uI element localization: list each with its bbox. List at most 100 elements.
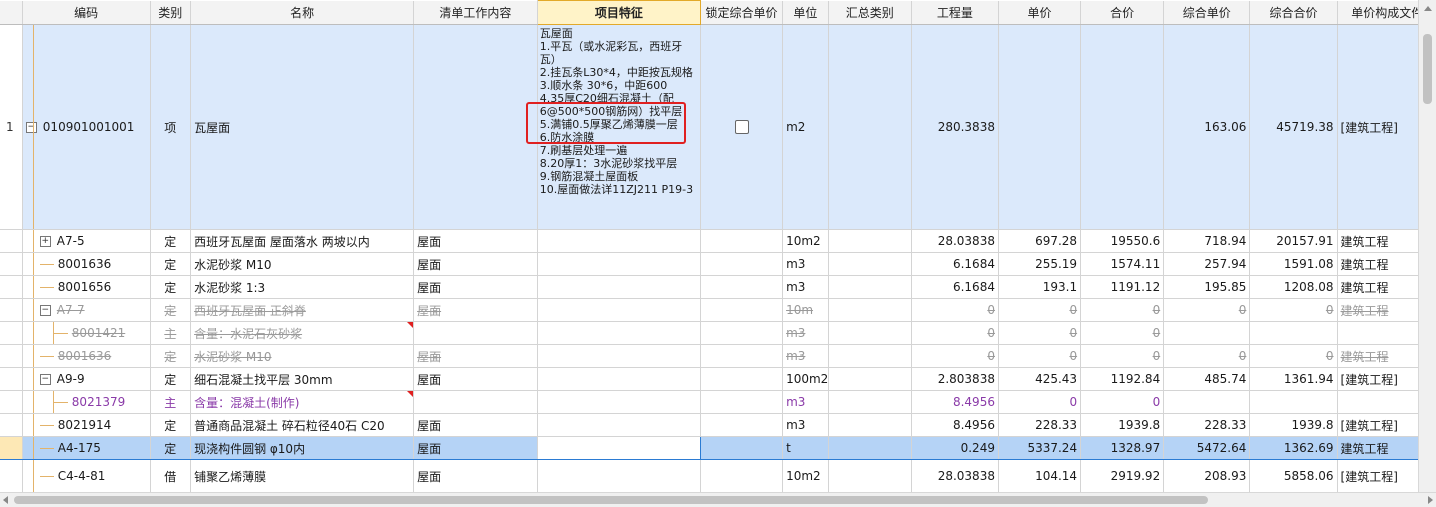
row-code[interactable]: 8001656 xyxy=(22,275,151,299)
row-work[interactable] xyxy=(413,24,538,230)
row-unit[interactable]: 10m2 xyxy=(782,459,829,492)
row-file[interactable] xyxy=(1337,390,1418,414)
row-qty[interactable]: 0.249 xyxy=(911,436,999,460)
row-summary[interactable] xyxy=(828,436,912,460)
row-code[interactable]: A4-175 xyxy=(22,436,151,460)
row-comp-price[interactable]: 0 xyxy=(1163,298,1251,322)
row-file[interactable]: 建筑工程 xyxy=(1337,275,1418,299)
row-work[interactable]: 屋面 xyxy=(413,252,538,276)
row-summary[interactable] xyxy=(828,367,912,391)
row-total[interactable]: 1192.84 xyxy=(1080,367,1165,391)
row-summary[interactable] xyxy=(828,252,912,276)
row-summary[interactable] xyxy=(828,459,912,492)
row-file[interactable]: 建筑工程 xyxy=(1337,344,1418,368)
row-features[interactable] xyxy=(537,298,701,322)
row-features[interactable] xyxy=(537,275,701,299)
row-comp-total[interactable] xyxy=(1249,321,1338,345)
row-name[interactable]: 铺聚乙烯薄膜 xyxy=(190,459,415,492)
row-summary[interactable] xyxy=(828,344,912,368)
row-features[interactable] xyxy=(537,252,701,276)
row-name[interactable]: 瓦屋面 xyxy=(190,24,415,230)
header-lock[interactable]: 锁定综合单价 xyxy=(700,0,784,25)
row-total[interactable]: 0 xyxy=(1080,390,1165,414)
row-total[interactable]: 0 xyxy=(1080,321,1165,345)
row-comp-total[interactable]: 1939.8 xyxy=(1249,413,1338,437)
row-features[interactable]: 瓦屋面 1.平瓦（或水泥彩瓦，西班牙瓦） 2.挂瓦条L30*4，中距按瓦规格 3.顺水… xyxy=(537,24,701,230)
row-unit[interactable]: m3 xyxy=(782,321,829,345)
row-price[interactable]: 425.43 xyxy=(998,367,1082,391)
row-comp-total[interactable]: 5858.06 xyxy=(1249,459,1338,492)
row-name[interactable]: 含量：混凝土(制作) xyxy=(190,390,415,414)
row-unit[interactable]: m3 xyxy=(782,344,829,368)
header-file[interactable]: 单价构成文件 xyxy=(1337,0,1418,25)
row-comp-price[interactable]: 257.94 xyxy=(1163,252,1251,276)
row-work[interactable] xyxy=(413,390,538,414)
row-file[interactable] xyxy=(1337,321,1418,345)
quota-row[interactable]: + A7-5 定西班牙瓦屋面 屋面落水 两坡以内 屋面 10m2 28.03838 697.… xyxy=(0,229,1418,253)
row-lock[interactable] xyxy=(700,24,784,230)
row-total[interactable]: 1939.8 xyxy=(1080,413,1165,437)
header-rowno[interactable] xyxy=(0,0,23,25)
row-comp-total[interactable]: 1361.94 xyxy=(1249,367,1338,391)
row-unit[interactable]: m2 xyxy=(782,24,829,230)
row-comp-price[interactable]: 485.74 xyxy=(1163,367,1251,391)
row-summary[interactable] xyxy=(828,321,912,345)
row-comp-price[interactable]: 208.93 xyxy=(1163,459,1251,492)
row-file[interactable]: 建筑工程 xyxy=(1337,298,1418,322)
quota-row[interactable]: C4-4-81 借铺聚乙烯薄膜 屋面 10m2 28.03838 104.14 2919.9… xyxy=(0,459,1418,492)
row-work[interactable]: 屋面 xyxy=(413,344,538,368)
row-code[interactable]: −010901001001 xyxy=(22,24,151,230)
row-comp-total[interactable]: 45719.38 xyxy=(1249,24,1338,230)
row-qty[interactable]: 28.03838 xyxy=(911,459,999,492)
row-qty[interactable]: 0 xyxy=(911,344,999,368)
row-price[interactable]: 0 xyxy=(998,390,1082,414)
row-price[interactable]: 104.14 xyxy=(998,459,1082,492)
row-file[interactable]: 建筑工程 xyxy=(1337,252,1418,276)
row-code[interactable]: − A7-7 xyxy=(22,298,151,322)
row-features[interactable] xyxy=(537,344,701,368)
header-price[interactable]: 单价 xyxy=(998,0,1082,25)
row-lock[interactable] xyxy=(700,390,784,414)
row-comp-price[interactable]: 163.06 xyxy=(1163,24,1251,230)
row-name[interactable]: 现浇构件圆钢 φ10内 xyxy=(190,436,415,460)
collapse-icon[interactable]: − xyxy=(39,374,51,385)
horizontal-scrollbar[interactable] xyxy=(0,492,1436,507)
row-price[interactable]: 0 xyxy=(998,344,1082,368)
row-comp-total[interactable]: 0 xyxy=(1249,298,1338,322)
header-work[interactable]: 清单工作内容 xyxy=(413,0,538,25)
row-type[interactable]: 项 xyxy=(150,24,192,230)
row-code[interactable]: 8001636 xyxy=(22,252,151,276)
row-summary[interactable] xyxy=(828,413,912,437)
header-qty[interactable]: 工程量 xyxy=(911,0,999,25)
quota-row[interactable]: 8001636 定水泥砂浆 M10 屋面 m3 6.1684 255.19 1574.11 2… xyxy=(0,252,1418,276)
row-features[interactable] xyxy=(537,413,701,437)
row-price[interactable]: 193.1 xyxy=(998,275,1082,299)
row-lock[interactable] xyxy=(700,252,784,276)
row-type[interactable]: 定 xyxy=(150,413,192,437)
row-lock[interactable] xyxy=(700,459,784,492)
row-qty[interactable]: 8.4956 xyxy=(911,413,999,437)
header-code[interactable]: 编码 xyxy=(22,0,151,25)
row-total[interactable]: 19550.6 xyxy=(1080,229,1165,253)
row-total[interactable]: 2919.92 xyxy=(1080,459,1165,492)
row-unit[interactable]: m3 xyxy=(782,275,829,299)
row-total[interactable]: 1574.11 xyxy=(1080,252,1165,276)
bill-row[interactable]: 1 −010901001001 项 瓦屋面 瓦屋面 1.平瓦（或水泥彩瓦，西班牙瓦… xyxy=(0,24,1418,230)
row-file[interactable]: [建筑工程] xyxy=(1337,24,1418,230)
row-unit[interactable]: 100m2 xyxy=(782,367,829,391)
row-qty[interactable]: 0 xyxy=(911,321,999,345)
scroll-up-icon[interactable] xyxy=(1424,6,1432,11)
row-work[interactable]: 屋面 xyxy=(413,275,538,299)
row-work[interactable]: 屋面 xyxy=(413,367,538,391)
row-type[interactable]: 主 xyxy=(150,321,192,345)
row-unit[interactable]: m3 xyxy=(782,390,829,414)
row-summary[interactable] xyxy=(828,229,912,253)
row-code[interactable]: 8001636 xyxy=(22,344,151,368)
row-code[interactable]: 8021379 xyxy=(22,390,151,414)
header-features[interactable]: 项目特征 xyxy=(536,0,701,25)
row-qty[interactable]: 8.4956 xyxy=(911,390,999,414)
row-file[interactable]: 建筑工程 xyxy=(1337,436,1418,460)
header-name[interactable]: 名称 xyxy=(190,0,415,25)
row-comp-price[interactable] xyxy=(1163,321,1251,345)
row-lock[interactable] xyxy=(700,321,784,345)
